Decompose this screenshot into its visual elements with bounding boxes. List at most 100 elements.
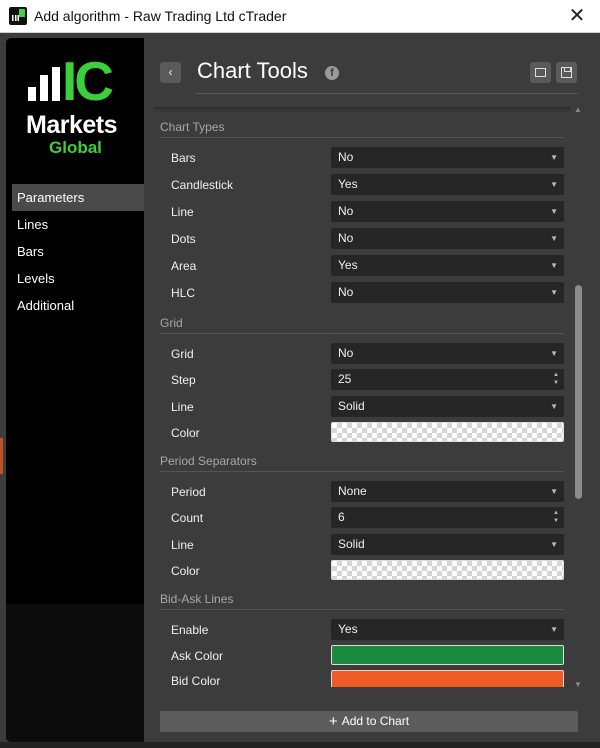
logo-line1: Markets [26, 111, 118, 139]
logo-letters: IC [62, 50, 114, 112]
sidebar-item-parameters[interactable]: Parameters [12, 184, 144, 211]
dots-value: No [338, 231, 354, 245]
spin-arrows-icon[interactable]: ▲ ▼ [553, 509, 559, 525]
line-type-value: No [338, 204, 354, 218]
area-dropdown[interactable]: Yes ▼ [331, 255, 564, 276]
scroll-fade [154, 107, 570, 113]
candlestick-value: Yes [338, 177, 358, 191]
section-title-chart-types: Chart Types [160, 120, 225, 134]
close-icon[interactable]: ✕ [554, 0, 600, 33]
window-bottom-edge [0, 742, 600, 748]
param-label-ask-color: Ask Color [171, 649, 224, 663]
window-edge-marker [0, 438, 3, 474]
load-preset-icon[interactable] [530, 62, 551, 83]
param-label-count: Count [171, 511, 204, 525]
param-label-enable: Enable [171, 623, 209, 637]
sidebar-item-lines[interactable]: Lines [12, 211, 144, 238]
chevron-down-icon: ▼ [550, 487, 558, 496]
scrollbar-thumb[interactable] [575, 285, 582, 499]
chevron-down-icon: ▼ [550, 349, 558, 358]
chevron-down-icon: ▼ [550, 180, 558, 189]
param-label-grid: Grid [171, 347, 194, 361]
hlc-value: No [338, 285, 354, 299]
param-label-bid-color: Bid Color [171, 674, 221, 687]
plus-icon: + [328, 713, 338, 730]
spin-arrows-icon[interactable]: ▲ ▼ [553, 371, 559, 387]
save-preset-icon[interactable] [556, 62, 577, 83]
param-label-step: Step [171, 373, 196, 387]
bid-color-picker[interactable] [331, 670, 564, 687]
grid-color-picker[interactable] [331, 422, 564, 442]
period-dropdown[interactable]: None ▼ [331, 481, 564, 502]
scroll-up-icon[interactable]: ▲ [574, 105, 582, 114]
param-label-grid-color: Color [171, 426, 200, 440]
sidebar-item-levels[interactable]: Levels [12, 265, 144, 292]
param-label-area: Area [171, 259, 197, 273]
ask-color-picker[interactable] [331, 645, 564, 665]
add-to-chart-button[interactable]: + Add to Chart [160, 711, 578, 732]
window-title-bar: Add algorithm - Raw Trading Ltd cTrader … [0, 0, 600, 33]
grid-line-value: Solid [338, 399, 365, 413]
separator-color-picker[interactable] [331, 560, 564, 580]
param-label-grid-line: Line [171, 400, 194, 414]
section-divider [160, 609, 564, 610]
chevron-down-icon: ▼ [550, 261, 558, 270]
grid-step-value: 25 [338, 372, 352, 386]
period-value: None [338, 484, 367, 498]
param-label-dots: Dots [171, 232, 196, 246]
param-label-separator-color: Color [171, 564, 200, 578]
brand-logo: IC Markets Global [6, 38, 144, 178]
sidebar-nav: Parameters Lines Bars Levels Additional [12, 184, 144, 319]
hlc-dropdown[interactable]: No ▼ [331, 282, 564, 303]
scroll-down-icon[interactable]: ▼ [574, 680, 582, 689]
chevron-down-icon: ▼ [550, 207, 558, 216]
logo-bar [40, 75, 48, 101]
sidebar-item-additional[interactable]: Additional [12, 292, 144, 319]
line-type-dropdown[interactable]: No ▼ [331, 201, 564, 222]
param-label-candlestick: Candlestick [171, 178, 234, 192]
parameters-panel: Chart Types Bars No ▼ Candlestick Yes ▼ Li… [154, 107, 570, 687]
page-title: Chart Tools [197, 58, 308, 83]
separator-line-dropdown[interactable]: Solid ▼ [331, 534, 564, 555]
chevron-down-icon: ▼ [550, 540, 558, 549]
add-to-chart-label: Add to Chart [341, 714, 410, 728]
logo-line2: Global [49, 138, 102, 157]
sidebar: IC Markets Global Parameters Lines Bars … [6, 38, 144, 742]
header-divider [196, 93, 578, 94]
chevron-down-icon: ▼ [550, 625, 558, 634]
sidebar-footer [6, 604, 144, 742]
param-label-line: Line [171, 205, 194, 219]
window-title: Add algorithm - Raw Trading Ltd cTrader [34, 8, 287, 24]
section-title-period-separators: Period Separators [160, 454, 257, 468]
count-stepper[interactable]: 6 ▲ ▼ [331, 507, 564, 528]
section-divider [160, 333, 564, 334]
count-value: 6 [338, 510, 345, 524]
enable-value: Yes [338, 622, 358, 636]
area-value: Yes [338, 258, 358, 272]
sidebar-item-bars[interactable]: Bars [12, 238, 144, 265]
bars-value: No [338, 150, 354, 164]
candlestick-dropdown[interactable]: Yes ▼ [331, 174, 564, 195]
back-arrow-icon[interactable]: ‹ [160, 62, 181, 83]
app-icon [9, 7, 27, 25]
separator-line-value: Solid [338, 537, 365, 551]
facebook-icon[interactable]: f [325, 66, 339, 80]
logo-bar [28, 87, 36, 101]
logo-bar [52, 67, 60, 101]
section-divider [160, 137, 564, 138]
grid-dropdown[interactable]: No ▼ [331, 343, 564, 364]
section-divider [160, 471, 564, 472]
param-label-separator-line: Line [171, 538, 194, 552]
param-label-hlc: HLC [171, 286, 196, 300]
enable-dropdown[interactable]: Yes ▼ [331, 619, 564, 640]
bars-dropdown[interactable]: No ▼ [331, 147, 564, 168]
chevron-down-icon: ▼ [550, 234, 558, 243]
chevron-down-icon: ▼ [550, 288, 558, 297]
grid-value: No [338, 346, 354, 360]
chevron-down-icon: ▼ [550, 153, 558, 162]
grid-line-dropdown[interactable]: Solid ▼ [331, 396, 564, 417]
grid-step-stepper[interactable]: 25 ▲ ▼ [331, 369, 564, 390]
section-title-bid-ask-lines: Bid-Ask Lines [160, 592, 234, 606]
dots-dropdown[interactable]: No ▼ [331, 228, 564, 249]
chevron-down-icon: ▼ [550, 402, 558, 411]
